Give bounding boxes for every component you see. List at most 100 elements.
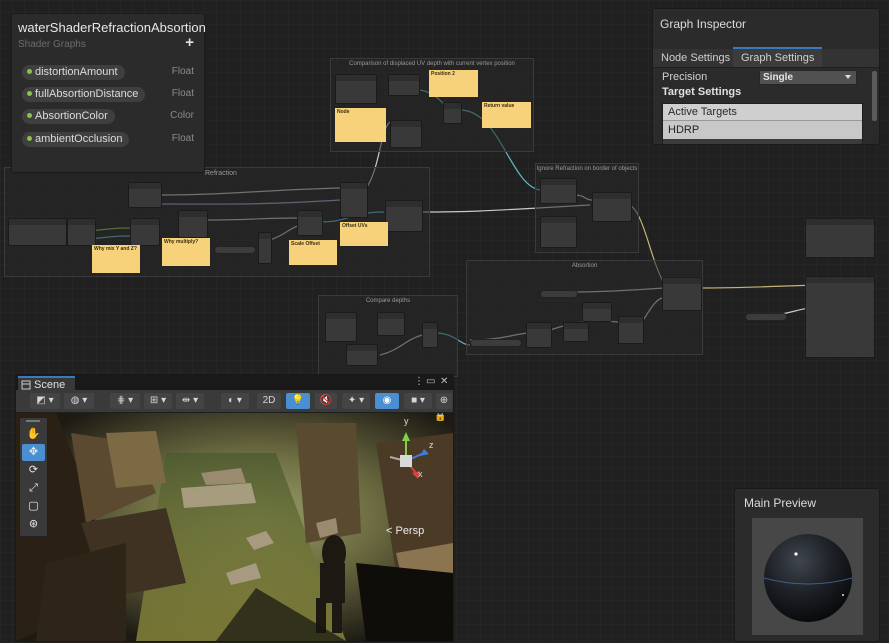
sticky-note[interactable]: Offset UVs [340, 222, 388, 246]
graph-node[interactable] [526, 322, 552, 348]
move-tool-icon[interactable]: ✥ [22, 444, 45, 461]
blackboard-panel[interactable]: waterShaderRefractionAbsortion Shader Gr… [11, 13, 206, 173]
graph-node[interactable] [618, 316, 644, 344]
property-chip[interactable] [214, 246, 256, 254]
graph-node[interactable] [385, 200, 423, 232]
maximize-icon[interactable]: ▭ [426, 376, 435, 387]
property-type: Color [170, 110, 194, 121]
draw-mode-dropdown[interactable]: ◩ ▾ [30, 393, 60, 409]
audio-toggle-icon[interactable]: 🔇 [315, 393, 337, 409]
active-targets-list[interactable]: Active Targets HDRP [662, 103, 863, 144]
toggle-2d-button[interactable]: 2D [257, 393, 281, 409]
property-type: Float [171, 66, 194, 77]
main-preview-panel[interactable]: Main Preview [734, 488, 880, 642]
shading-mode-dropdown[interactable]: ◐ ▾ [221, 393, 249, 409]
sticky-note[interactable]: Node [335, 108, 386, 142]
effects-dropdown[interactable]: ✦ ▾ [342, 393, 370, 409]
graph-node[interactable] [563, 322, 589, 342]
sticky-note[interactable]: Why multiply? [162, 238, 210, 266]
sticky-note[interactable]: Position 2 [429, 70, 478, 97]
graph-node[interactable] [592, 192, 632, 222]
graph-node[interactable] [340, 182, 368, 218]
property-name: fullAbsortionDistance [35, 88, 139, 100]
note-title: Offset UVs [342, 223, 368, 229]
inspector-title: Graph Inspector [660, 17, 747, 31]
property-pill[interactable]: AbsortionColor [22, 109, 115, 124]
property-chip[interactable] [540, 290, 578, 298]
grid-snap-dropdown[interactable]: ⋕ ▾ [110, 393, 140, 409]
graph-node[interactable] [540, 178, 577, 204]
camera-dropdown[interactable]: ■ ▾ [404, 393, 432, 409]
property-type: Float [171, 88, 194, 99]
align-dropdown[interactable]: ⇹ ▾ [176, 393, 204, 409]
graph-node[interactable] [422, 322, 438, 348]
graph-node[interactable] [178, 210, 208, 238]
graph-node[interactable] [130, 218, 160, 246]
property-chip[interactable] [745, 313, 787, 321]
property-type: Float [171, 133, 194, 144]
group-title: Absortion [571, 263, 598, 269]
lock-icon[interactable]: 🔒 [434, 413, 446, 422]
visibility-toggle-icon[interactable]: ◉ [375, 393, 399, 409]
graph-node[interactable] [582, 302, 612, 322]
property-pill[interactable]: distortionAmount [22, 65, 125, 80]
property-row[interactable]: fullAbsortionDistance Float [22, 87, 194, 103]
inspector-scrollbar[interactable] [871, 69, 878, 144]
graph-node[interactable] [540, 216, 577, 248]
sticky-note[interactable]: Return value [482, 102, 531, 128]
sticky-note[interactable]: Scale Offset [289, 240, 337, 265]
target-item-hdrp[interactable]: HDRP [663, 121, 862, 139]
graph-node[interactable] [128, 182, 162, 208]
sticky-note[interactable]: Why mix Y and Z? [92, 245, 140, 273]
graph-node[interactable] [662, 277, 702, 311]
graph-node[interactable] [377, 312, 405, 336]
projection-label[interactable]: < Persp [386, 525, 424, 537]
graph-node[interactable] [388, 74, 420, 96]
property-pill[interactable]: ambientOcclusion [22, 132, 130, 147]
close-icon[interactable]: ✕ [440, 376, 448, 387]
blackboard-subtitle: Shader Graphs [18, 39, 86, 50]
tab-graph-settings[interactable]: Graph Settings [733, 47, 823, 67]
property-name: ambientOcclusion [35, 133, 123, 145]
graph-inspector-panel[interactable]: Graph Inspector Node Settings Graph Sett… [652, 8, 880, 145]
preview-title: Main Preview [744, 496, 817, 510]
scene-window[interactable]: Scene ⋮ ▭ ✕ ◩ ▾ ◍ ▾ ⋕ ▾ ⊞ ▾ ⇹ ▾ ◐ ▾ 2D 💡… [15, 374, 454, 642]
rotate-tool-icon[interactable]: ⟳ [22, 462, 45, 479]
tab-node-settings[interactable]: Node Settings [653, 49, 738, 67]
master-node-vertex[interactable] [805, 218, 875, 258]
gizmo-z-label: z [429, 440, 434, 450]
property-dot-icon [27, 112, 32, 118]
graph-node[interactable] [258, 232, 272, 264]
scene-viewport[interactable]: y z x < Persp 🔒 [16, 413, 453, 641]
gizmos-icon[interactable]: ⊕ [436, 393, 452, 409]
property-row[interactable]: distortionAmount Float [22, 65, 194, 81]
graph-node[interactable] [335, 74, 377, 104]
graph-node[interactable] [390, 120, 422, 148]
add-property-button[interactable]: + [185, 34, 194, 51]
global-toggle[interactable]: ◍ ▾ [64, 393, 94, 409]
master-node-fragment[interactable] [805, 276, 875, 358]
precision-dropdown[interactable]: Single [759, 70, 857, 85]
property-chip[interactable] [470, 339, 522, 347]
scene-icon [21, 380, 31, 390]
graph-node[interactable] [8, 218, 67, 246]
property-pill[interactable]: fullAbsortionDistance [22, 87, 146, 102]
lighting-toggle-icon[interactable]: 💡 [286, 393, 310, 409]
graph-node[interactable] [346, 344, 378, 366]
more-options-icon[interactable]: ⋮ [414, 376, 424, 387]
property-row[interactable]: ambientOcclusion Float [22, 132, 194, 148]
scale-tool-icon[interactable]: ⤢ [22, 480, 45, 497]
rect-tool-icon[interactable]: ▢ [22, 498, 45, 515]
graph-node[interactable] [67, 218, 96, 246]
note-title: Why multiply? [164, 239, 199, 245]
blackboard-title: waterShaderRefractionAbsortion [18, 20, 206, 35]
property-row[interactable]: AbsortionColor Color [22, 109, 194, 125]
note-title: Why mix Y and Z? [94, 246, 137, 252]
graph-node[interactable] [325, 312, 357, 342]
preview-viewport[interactable] [752, 518, 863, 635]
hand-tool-icon[interactable]: ✋ [22, 426, 45, 443]
transform-tool-icon[interactable]: ⊛ [22, 516, 45, 533]
snap-increment-dropdown[interactable]: ⊞ ▾ [144, 393, 172, 409]
graph-node[interactable] [443, 102, 462, 124]
graph-node[interactable] [297, 210, 323, 236]
